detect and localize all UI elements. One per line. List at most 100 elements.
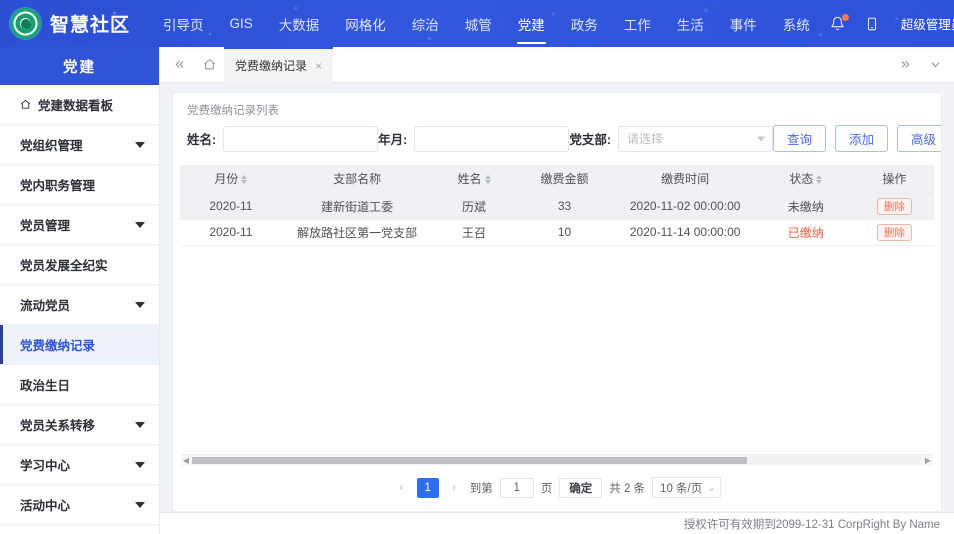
filter-bar: 姓名: 年月: 党支部: 请选择 查询 添加 高级	[173, 125, 941, 165]
sidebar-item-6[interactable]: 党费缴纳记录	[0, 325, 159, 365]
table-body: 2020-11 建新街道工委 历斌 33 2020-11-02 00:00:00 未缴纳删…	[180, 193, 934, 246]
page-size-select[interactable]: 10 条/页 ⌄	[652, 477, 722, 498]
nav-item-3[interactable]: 网格化	[332, 0, 399, 47]
sort-icon[interactable]	[484, 174, 491, 184]
add-button[interactable]: 添加	[835, 125, 889, 152]
tab-dangfeijiaona[interactable]: 党费缴纳记录 ×	[224, 46, 334, 83]
sidebar-item-1[interactable]: 党组织管理	[0, 125, 159, 165]
sidebar-item-label: 党建数据看板	[38, 99, 114, 113]
cell-amount: 10	[515, 219, 614, 246]
brand[interactable]: 智慧社区	[0, 8, 150, 39]
nav-item-1[interactable]: GIS	[217, 0, 266, 47]
collapse-sidebar-button[interactable]	[164, 47, 194, 83]
page-size-value[interactable]: 10 条/页	[652, 477, 722, 498]
mobile-phone-icon	[867, 17, 876, 30]
column-header-2[interactable]: 姓名	[432, 165, 516, 194]
nav-item-10[interactable]: 事件	[717, 0, 770, 47]
nav-item-6[interactable]: 党建	[505, 0, 558, 47]
sidebar-item-4[interactable]: 党员发展全纪实	[0, 245, 159, 285]
sidebar-item-2[interactable]: 党内职务管理	[0, 165, 159, 205]
panel-title: 党费缴纳记录列表	[187, 105, 279, 117]
chevron-down-icon	[135, 141, 145, 148]
cell-status: 未缴纳	[756, 193, 855, 220]
horizontal-scrollbar[interactable]: ◀ ▶	[181, 454, 933, 466]
column-header-0[interactable]: 月份	[180, 165, 282, 194]
tabs-menu-button[interactable]	[920, 47, 950, 83]
goto-page-input[interactable]	[499, 477, 534, 498]
nav-item-2[interactable]: 大数据	[266, 0, 333, 47]
nav-item-11[interactable]: 系统	[770, 0, 823, 47]
home-tab-button[interactable]	[194, 47, 224, 83]
sidebar-item-7[interactable]: 政治生日	[0, 365, 159, 405]
column-header-5[interactable]: 状态	[756, 165, 855, 194]
sidebar-title: 党建	[0, 47, 159, 85]
delete-button[interactable]: 删除	[876, 223, 912, 241]
column-label: 支部名称	[333, 172, 382, 187]
status-badge: 已缴纳	[787, 225, 824, 240]
table-row[interactable]: 2020-11 解放路社区第一党支部 王召 10 2020-11-14 00:00:00…	[180, 219, 934, 246]
user-menu[interactable]: 超级管理员	[891, 14, 954, 33]
cell-month: 2020-11	[180, 219, 282, 246]
chevron-down-icon	[135, 221, 145, 228]
page-number-1[interactable]: 1	[416, 477, 439, 498]
column-header-4: 缴费时间	[613, 165, 757, 194]
nav-item-7[interactable]: 政务	[558, 0, 611, 47]
nav-item-5[interactable]: 城管	[452, 0, 505, 47]
cell-action: 删除	[854, 193, 934, 220]
goto-confirm-button[interactable]: 确定	[559, 477, 603, 498]
name-input[interactable]	[223, 125, 379, 152]
cell-action: 删除	[854, 219, 934, 246]
cell-branch: 建新街道工委	[281, 193, 433, 220]
column-label: 缴费时间	[661, 172, 710, 187]
top-header: 智慧社区 引导页GIS大数据网格化综治城管党建政务工作生活事件系统 超级管理员	[0, 0, 954, 47]
nav-item-0[interactable]: 引导页	[150, 0, 217, 47]
chevron-down-icon	[931, 62, 939, 68]
sidebar-item-3[interactable]: 党员管理	[0, 205, 159, 245]
delete-button[interactable]: 删除	[876, 197, 912, 215]
sidebar-item-8[interactable]: 党员关系转移	[0, 405, 159, 445]
notification-badge	[841, 13, 849, 21]
next-page-button[interactable]: ›	[446, 478, 463, 497]
tab-close-icon[interactable]: ×	[315, 60, 322, 72]
sidebar: 党建 党建数据看板党组织管理 党内职务管理 党员管理党员发展全纪实流动党员党费缴纳记…	[0, 47, 160, 534]
tabs-scroll-right-button[interactable]	[890, 47, 920, 83]
status-badge: 未缴纳	[787, 199, 824, 214]
nav-item-8[interactable]: 工作	[611, 0, 664, 47]
sort-icon[interactable]	[241, 174, 248, 184]
query-button[interactable]: 查询	[773, 125, 827, 152]
user-name: 超级管理员	[900, 18, 954, 32]
scroll-right-icon[interactable]: ▶	[923, 456, 933, 465]
table-scroll: 月份 支部名称 姓名 缴费金额 缴费时间 状态 操作 2020-11 建新街道工委 历斌 33 20…	[180, 165, 934, 454]
scrollbar-track[interactable]	[192, 457, 922, 464]
header-actions: 超级管理员	[823, 9, 954, 39]
column-header-6: 操作	[854, 165, 934, 194]
sidebar-item-label: 党员关系转移	[20, 419, 96, 433]
sidebar-item-0[interactable]: 党建数据看板	[0, 85, 159, 125]
sidebar-item-label: 政治生日	[20, 379, 71, 393]
table-row[interactable]: 2020-11 建新街道工委 历斌 33 2020-11-02 00:00:00 未缴纳 删…	[180, 193, 934, 220]
nav-item-4[interactable]: 综治	[399, 0, 452, 47]
sidebar-item-label: 党员发展全纪实	[20, 259, 108, 273]
yearmonth-input[interactable]	[414, 125, 570, 152]
yearmonth-label: 年月:	[378, 133, 408, 147]
advanced-button[interactable]: 高级	[897, 125, 941, 152]
sidebar-item-9[interactable]: 学习中心	[0, 445, 159, 485]
scrollbar-thumb[interactable]	[192, 457, 747, 464]
scroll-left-icon[interactable]: ◀	[181, 456, 191, 465]
sidebar-item-10[interactable]: 活动中心	[0, 485, 159, 525]
sidebar-item-label: 学习中心	[20, 459, 71, 473]
sidebar-item-label: 党费缴纳记录	[20, 339, 96, 353]
sidebar-menu: 党建数据看板党组织管理 党内职务管理 党员管理党员发展全纪实流动党员党费缴纳记录 政治…	[0, 85, 159, 534]
home-icon	[20, 99, 31, 110]
sidebar-item-5[interactable]: 流动党员	[0, 285, 159, 325]
goto-label: 到第	[469, 482, 493, 495]
table-header-row: 月份 支部名称 姓名 缴费金额 缴费时间 状态 操作	[180, 165, 934, 194]
branch-select[interactable]	[618, 125, 774, 152]
prev-page-button[interactable]: ‹	[393, 478, 410, 497]
nav-item-9[interactable]: 生活	[664, 0, 717, 47]
mobile-app-button[interactable]	[857, 9, 887, 39]
license-text: 授权许可有效期到2099-12-31 CorpRight By Name	[683, 518, 940, 531]
notifications-button[interactable]	[823, 9, 853, 39]
branch-select-value[interactable]	[618, 125, 774, 152]
sort-icon[interactable]	[816, 174, 823, 184]
